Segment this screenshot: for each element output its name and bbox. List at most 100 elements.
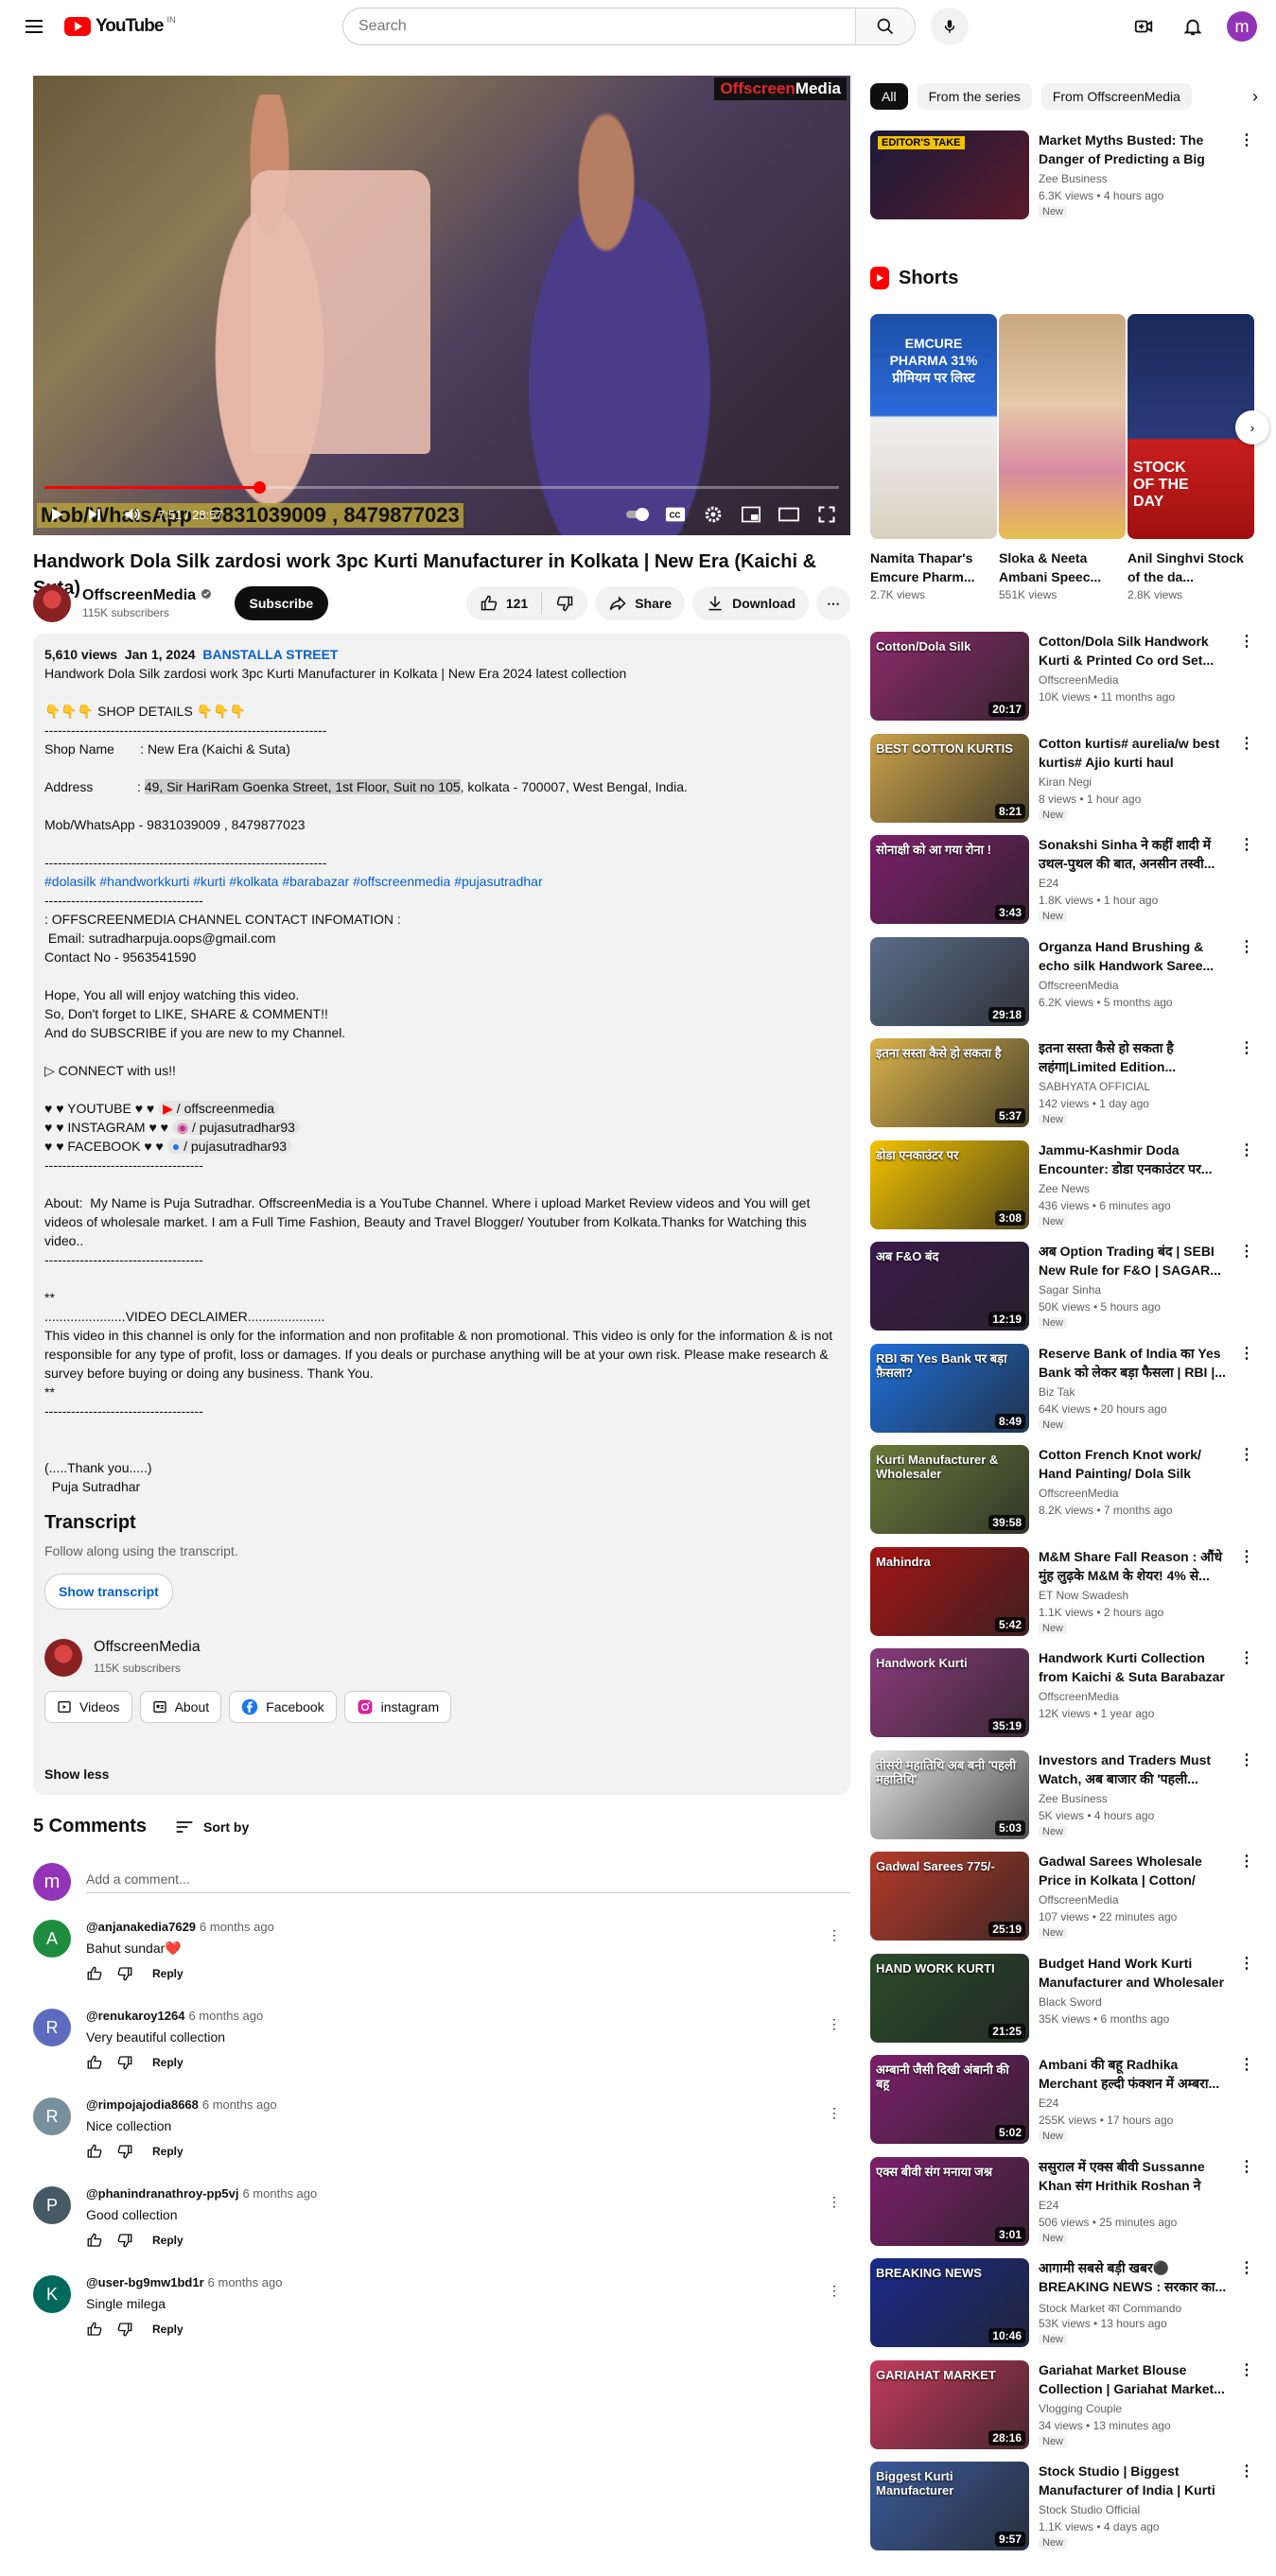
video-thumbnail[interactable]: BREAKING NEWS 10:46	[870, 2258, 1029, 2347]
thumbs-up-icon[interactable]	[86, 2143, 103, 2160]
video-title[interactable]: Jammu-Kashmir Doda Encounter: डोडा एनकाउ…	[1039, 1140, 1228, 1178]
more-vertical-icon[interactable]: ⋮	[1239, 1242, 1254, 1261]
short-title[interactable]: Namita Thapar's Emcure Pharm...	[870, 548, 997, 586]
facebook-channel-link[interactable]: Facebook	[229, 1691, 337, 1723]
description-channel[interactable]: OffscreenMedia 115K subscribers	[44, 1638, 839, 1678]
download-button[interactable]: Download	[692, 586, 809, 620]
thumbs-down-icon[interactable]	[116, 2232, 133, 2249]
video-thumbnail[interactable]: डोडा एनकाउंटर पर 3:08	[870, 1140, 1029, 1229]
video-title[interactable]: Stock Studio | Biggest Manufacturer of I…	[1039, 2462, 1228, 2499]
chip-all[interactable]: All	[870, 83, 908, 110]
commenter-avatar[interactable]: K	[33, 2275, 71, 2313]
more-vertical-icon[interactable]: ⋮	[1239, 937, 1254, 956]
comment-author[interactable]: @phanindranathroy-pp5vj	[86, 2186, 238, 2201]
reply-button[interactable]: Reply	[152, 2234, 184, 2247]
thumbs-up-icon[interactable]	[86, 1965, 103, 1982]
video-channel[interactable]: OffscreenMedia	[1039, 673, 1119, 687]
hashtags[interactable]: #dolasilk #handworkkurti #kurti #kolkata…	[44, 872, 839, 891]
related-video[interactable]: 29:18 Organza Hand Brushing & echo silk H…	[870, 936, 1258, 1028]
play-button[interactable]	[44, 502, 69, 527]
search-button[interactable]	[855, 8, 916, 45]
add-comment-input[interactable]: Add a comment...	[86, 1871, 850, 1893]
more-vertical-icon[interactable]: ⋮	[1239, 1954, 1254, 1973]
video-title[interactable]: Cotton French Knot work/ Hand Painting/ …	[1039, 1445, 1228, 1483]
video-title[interactable]: अब Option Trading बंद | SEBI New Rule fo…	[1039, 1242, 1228, 1279]
video-title[interactable]: Gariahat Market Blouse Collection | Gari…	[1039, 2360, 1228, 2398]
video-channel[interactable]: SABHYATA OFFICIAL	[1039, 1080, 1150, 1093]
more-vertical-icon[interactable]: ⋮	[1239, 1038, 1254, 1057]
miniplayer-button[interactable]	[739, 502, 763, 527]
description-panel[interactable]: 5,610 views Jan 1, 2024 BANSTALLA STREET…	[33, 634, 850, 1795]
video-title[interactable]: Organza Hand Brushing & echo silk Handwo…	[1039, 937, 1228, 975]
more-vertical-icon[interactable]: ⋮	[828, 2194, 841, 2210]
more-vertical-icon[interactable]: ⋮	[1239, 1648, 1254, 1667]
more-vertical-icon[interactable]: ⋮	[1239, 1445, 1254, 1464]
more-vertical-icon[interactable]: ⋮	[828, 2105, 841, 2121]
thumbs-up-icon[interactable]	[86, 2054, 103, 2071]
autoplay-toggle[interactable]	[625, 502, 650, 527]
video-channel[interactable]: Kiran Negi	[1039, 775, 1092, 789]
video-title[interactable]: Cotton kurtis# aurelia/w best kurtis# Aj…	[1039, 734, 1228, 772]
related-video[interactable]: इतना सस्ता कैसे हो सकता है 5:37 इतना सस्ता…	[870, 1038, 1258, 1129]
video-title[interactable]: Handwork Kurti Collection from Kaichi & …	[1039, 1648, 1228, 1686]
thumbs-up-icon[interactable]	[86, 2232, 103, 2249]
more-vertical-icon[interactable]: ⋮	[1239, 2360, 1254, 2379]
channel-name[interactable]: OffscreenMedia	[94, 1638, 201, 1657]
more-vertical-icon[interactable]: ⋮	[1239, 1140, 1254, 1159]
video-title[interactable]: Investors and Traders Must Watch, अब बाज…	[1039, 1750, 1228, 1788]
video-title[interactable]: Cotton/Dola Silk Handwork Kurti & Printe…	[1039, 632, 1228, 670]
menu-icon[interactable]	[15, 8, 53, 45]
related-video[interactable]: एक्स बीवी संग मनाया जश्न 3:01 ससुराल में ए…	[870, 2156, 1258, 2248]
chevron-right-icon[interactable]: ›	[1252, 87, 1258, 107]
short-thumbnail[interactable]	[999, 314, 1126, 539]
video-thumbnail[interactable]: तीसरी महातिथि अब बनी 'पहली महातिथि' 5:03	[870, 1749, 1029, 1839]
account-button[interactable]: m	[1223, 8, 1261, 45]
shorts-next-button[interactable]: ›	[1235, 410, 1269, 444]
progress-bar[interactable]	[44, 481, 839, 494]
thumbs-up-icon[interactable]	[86, 2321, 103, 2338]
video-channel[interactable]: E24	[1039, 877, 1058, 890]
video-thumbnail[interactable]: इतना सस्ता कैसे हो सकता है 5:37	[870, 1038, 1029, 1127]
like-button[interactable]: 121	[466, 586, 541, 620]
short-item[interactable]: STOCK OF THE DAY Anil Singhvi Stock of t…	[1127, 314, 1254, 601]
youtube-link[interactable]: ▶ / offscreenmedia	[158, 1101, 280, 1116]
related-video[interactable]: Handwork Kurti 35:19 Handwork Kurti Collec…	[870, 1648, 1258, 1739]
videos-link[interactable]: Videos	[44, 1691, 132, 1723]
commenter-avatar[interactable]: R	[33, 2097, 71, 2135]
dislike-button[interactable]	[542, 586, 587, 620]
thumbs-down-icon[interactable]	[116, 2054, 133, 2071]
related-video[interactable]: Biggest Kurti Manufacturer 9:57 Stock Stud…	[870, 2462, 1258, 2552]
captions-button[interactable]: CC	[663, 502, 688, 527]
reply-button[interactable]: Reply	[152, 2323, 184, 2336]
video-channel[interactable]: Zee Business	[1039, 172, 1108, 185]
comment-author[interactable]: @rimpojajodia8668	[86, 2097, 199, 2112]
instagram-link[interactable]: ◉ / pujasutradhar93	[171, 1120, 300, 1135]
video-player[interactable]: OffscreenMedia Mob/WhatsApp - 9831039009…	[33, 76, 850, 535]
video-thumbnail[interactable]: Kurti Manufacturer & Wholesaler 39:58	[870, 1445, 1029, 1534]
video-title[interactable]: Reserve Bank of India का Yes Bank को लेक…	[1039, 1344, 1228, 1382]
more-actions-button[interactable]: ⋯	[816, 586, 850, 620]
settings-button[interactable]	[701, 502, 725, 527]
chip-from-series[interactable]: From the series	[917, 83, 1032, 110]
youtube-logo[interactable]: YouTube IN	[64, 8, 175, 45]
thumbs-down-icon[interactable]	[116, 1965, 133, 1982]
short-item[interactable]: Sloka & Neeta Ambani Speec... 551K views	[999, 314, 1126, 601]
scrubber-handle[interactable]	[253, 481, 266, 494]
video-thumbnail[interactable]: HAND WORK KURTI 21:25	[870, 1953, 1029, 2043]
video-thumbnail[interactable]: GARIAHAT MARKET 28:16	[870, 2359, 1029, 2449]
share-button[interactable]: Share	[595, 586, 686, 620]
subscribe-button[interactable]: Subscribe	[234, 586, 329, 620]
video-thumbnail[interactable]: 29:18	[870, 936, 1029, 1026]
video-thumbnail[interactable]: RBI का Yes Bank पर बड़ा फ़ैसला? 8:49	[870, 1343, 1029, 1433]
comment-author[interactable]: @user-bg9mw1bd1r	[86, 2275, 204, 2289]
thumbs-down-icon[interactable]	[116, 2321, 133, 2338]
related-video[interactable]: BREAKING NEWS 10:46 आगामी सबसे बड़ी खबर⚫ B…	[870, 2258, 1258, 2349]
more-vertical-icon[interactable]: ⋮	[1239, 1344, 1254, 1363]
video-title[interactable]: Market Myths Busted: The Danger of Predi…	[1039, 131, 1228, 168]
video-channel[interactable]: Zee News	[1039, 1182, 1090, 1195]
video-channel[interactable]: E24	[1039, 2199, 1058, 2212]
more-vertical-icon[interactable]: ⋮	[1239, 632, 1254, 651]
show-less-button[interactable]: Show less	[44, 1765, 109, 1784]
more-vertical-icon[interactable]: ⋮	[1239, 835, 1254, 854]
video-channel[interactable]: Zee Business	[1039, 1792, 1108, 1805]
